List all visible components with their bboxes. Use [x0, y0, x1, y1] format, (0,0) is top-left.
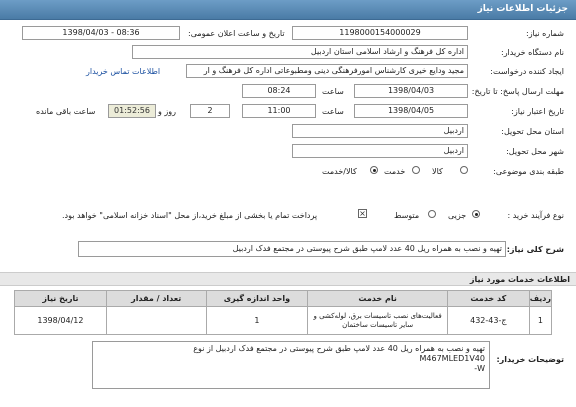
page-title: جزئیات اطلاعات نیاز — [477, 4, 568, 14]
creator-field: مجید ودایع خیری کارشناس امورفرهنگی دینی … — [186, 64, 468, 78]
col-service-name: نام خدمت — [307, 290, 448, 307]
process-minor-radio[interactable] — [472, 210, 480, 218]
treasury-note: پرداخت تمام یا بخشی از مبلغ خرید،از محل … — [62, 211, 318, 220]
category-label: طبقه بندی موضوعی: — [493, 167, 564, 176]
validity-time-field: 11:00 — [242, 104, 316, 118]
category-service-radio[interactable] — [412, 166, 420, 174]
header-bar: جزئیات اطلاعات نیاز — [0, 0, 576, 20]
category-service-label: خدمت — [384, 167, 406, 176]
need-number-label: شماره نیاز: — [526, 29, 564, 38]
response-time-label: ساعت — [322, 87, 344, 96]
validity-label: تاریخ اعتبار نیاز: — [511, 107, 564, 116]
summary-label: شرح کلی نیاز: — [506, 245, 564, 254]
buyer-notes-label: توضیحات خریدار: — [496, 355, 564, 364]
process-medium-label: متوسط — [394, 211, 420, 220]
response-date-field: 1398/04/03 — [354, 84, 468, 98]
col-unit: واحد اندازه گیری — [205, 290, 309, 307]
announce-date-label: تاریخ و ساعت اعلان عمومی: — [188, 29, 285, 38]
process-label: نوع فرآیند خرید : — [507, 211, 564, 220]
category-goods-service-label: کالا/خدمت — [322, 167, 357, 176]
need-number-field: 1198000154000029 — [292, 26, 468, 40]
buyer-contact-link[interactable]: اطلاعات تماس خریدار — [86, 67, 160, 76]
cell-unit: 1 — [205, 306, 309, 335]
remaining-label: ساعت باقی مانده — [36, 107, 96, 116]
validity-time-label: ساعت — [322, 107, 344, 116]
buyer-notes-line-3: W- — [474, 364, 485, 373]
buyer-notes-field: تهیه و نصب به همراه ریل 40 عدد لامپ طبق … — [92, 341, 490, 389]
category-goods-service-radio[interactable] — [370, 166, 378, 174]
city-field: اردبیل — [292, 144, 468, 158]
announce-date-field: 1398/04/03 - 08:36 — [22, 26, 180, 40]
validity-days-field: 2 — [190, 104, 230, 118]
category-goods-radio[interactable] — [460, 166, 468, 174]
summary-field: تهیه و نصب به همراه ریل 40 عدد لامپ طبق … — [78, 241, 506, 257]
cell-row: 1 — [528, 306, 553, 335]
response-time-field: 08:24 — [242, 84, 316, 98]
buyer-notes-line-1: تهیه و نصب به همراه ریل 40 عدد لامپ طبق … — [193, 344, 485, 353]
countdown-timer: 01:52:56 — [108, 104, 156, 118]
process-medium-radio[interactable] — [428, 210, 436, 218]
days-label: روز و — [158, 107, 176, 116]
city-label: شهر محل تحویل: — [506, 147, 564, 156]
buyer-notes-line-2: M467MLED1V40 — [419, 354, 486, 363]
services-header-row: ردیف کد خدمت نام خدمت واحد اندازه گیری ت… — [14, 290, 553, 307]
services-section-title: اطلاعات خدمات مورد نیاز — [469, 275, 570, 284]
buyer-label: نام دستگاه خریدار: — [501, 48, 564, 57]
services-table: ردیف کد خدمت نام خدمت واحد اندازه گیری ت… — [14, 290, 553, 335]
buyer-field: اداره کل فرهنگ و ارشاد اسلامی استان اردب… — [132, 45, 468, 59]
col-row: ردیف — [528, 290, 553, 307]
cell-quantity — [105, 306, 207, 335]
response-deadline-label: مهلت ارسال پاسخ: تا تاریخ: — [471, 87, 564, 96]
creator-label: ایجاد کننده درخواست: — [490, 67, 564, 76]
category-goods-label: کالا — [432, 167, 443, 176]
col-quantity: تعداد / مقدار — [105, 290, 207, 307]
validity-date-field: 1398/04/05 — [354, 104, 468, 118]
treasury-checkbox[interactable]: × — [358, 209, 367, 218]
cell-need-date: 1398/04/12 — [14, 306, 107, 335]
col-need-date: تاریخ نیاز — [14, 290, 107, 307]
services-section-header: اطلاعات خدمات مورد نیاز — [0, 272, 576, 286]
province-label: استان محل تحویل: — [501, 127, 564, 136]
table-row: 1 ج-43-432 فعالیت‌های نصب تاسیسات برق، ل… — [14, 306, 553, 335]
col-service-code: کد خدمت — [446, 290, 530, 307]
province-field: اردبیل — [292, 124, 468, 138]
process-minor-label: جزیی — [448, 211, 467, 220]
cell-service-code: ج-43-432 — [446, 306, 530, 335]
cell-service-name: فعالیت‌های نصب تاسیسات برق، لوله‌کشی و س… — [307, 306, 448, 335]
